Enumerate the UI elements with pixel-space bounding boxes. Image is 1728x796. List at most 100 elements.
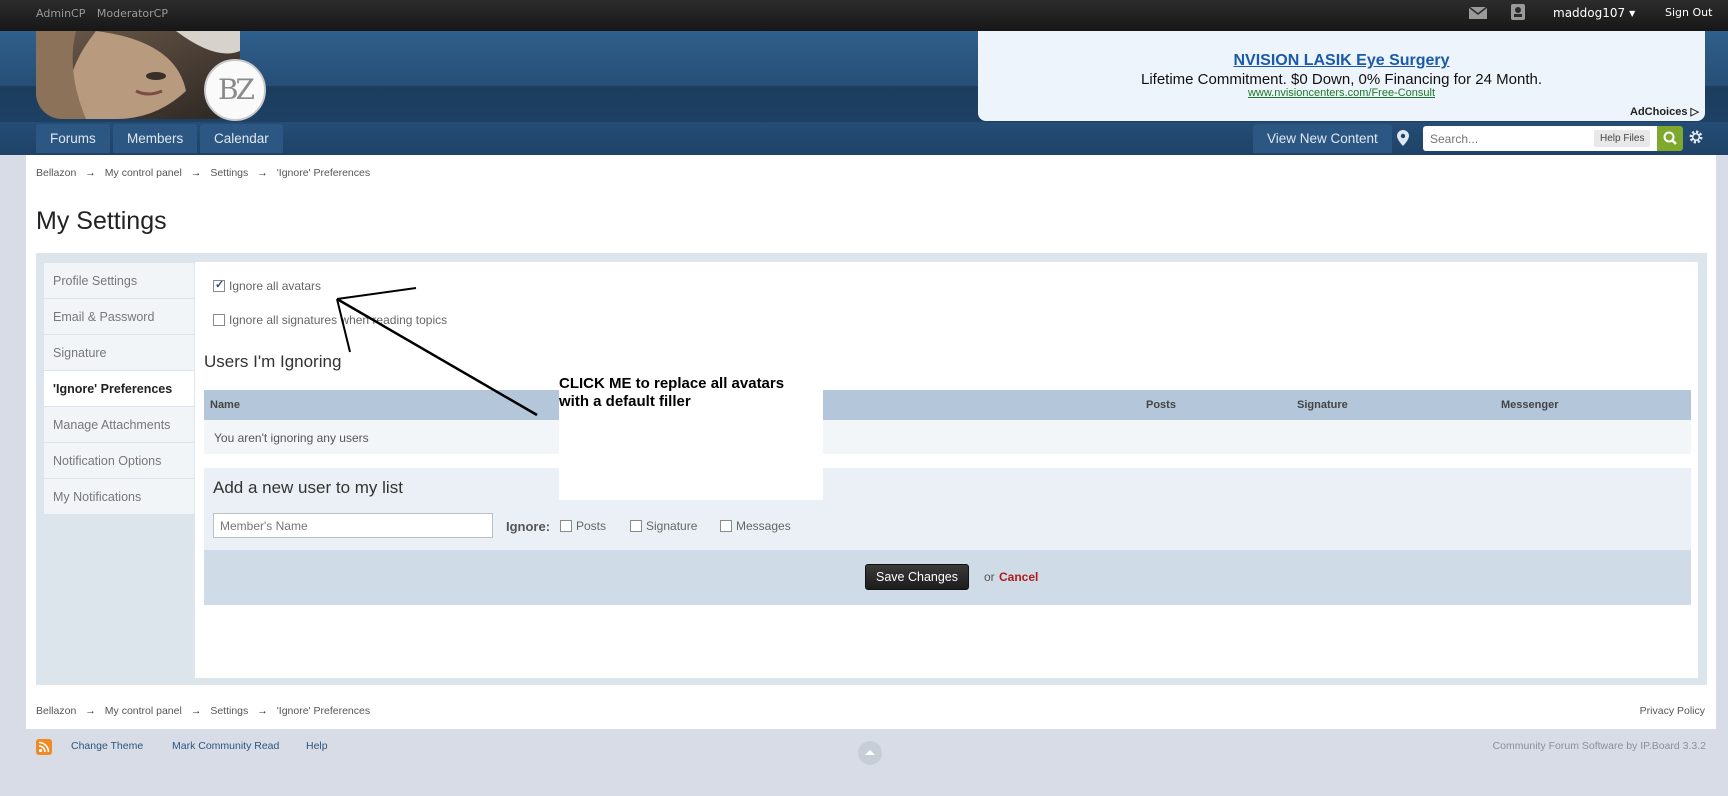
sidebar-item-signature[interactable]: Signature bbox=[44, 335, 194, 371]
ignore-label: Ignore: bbox=[506, 519, 551, 534]
tab-forums[interactable]: Forums bbox=[36, 124, 110, 153]
save-changes-button[interactable]: Save Changes bbox=[865, 564, 970, 590]
ignored-users-table: Name Posts Signature Messenger You aren'… bbox=[204, 390, 1691, 454]
notifications-icon[interactable] bbox=[1510, 3, 1526, 21]
ignore-avatars-checkbox[interactable] bbox=[213, 278, 225, 292]
moderatorcp-link[interactable]: ModeratorCP bbox=[97, 7, 168, 20]
powered-by-text: Community Forum Software by IP.Board 3.3… bbox=[1492, 740, 1706, 752]
branding-header: BZ NVISION LASIK Eye Surgery Lifetime Co… bbox=[0, 31, 1728, 122]
breadcrumb-item[interactable]: Bellazon bbox=[36, 167, 76, 179]
breadcrumb-item[interactable]: 'Ignore' Preferences bbox=[277, 705, 370, 717]
ad-title[interactable]: NVISION LASIK Eye Surgery bbox=[978, 52, 1705, 70]
admin-links: AdminCP ModeratorCP bbox=[36, 7, 176, 20]
page-title: My Settings bbox=[36, 207, 167, 235]
ignore-avatars-option[interactable]: Ignore all avatars bbox=[213, 278, 322, 293]
help-files-button[interactable]: Help Files bbox=[1594, 130, 1651, 147]
breadcrumb-separator: → bbox=[257, 167, 268, 179]
gear-icon[interactable] bbox=[1687, 128, 1705, 146]
breadcrumb-separator: → bbox=[190, 167, 202, 179]
back-to-top-button[interactable] bbox=[858, 741, 882, 765]
main-content: Bellazon → My control panel → Settings → 'Igno… bbox=[26, 155, 1716, 729]
add-user-heading: Add a new user to my list bbox=[213, 478, 403, 497]
ignored-users-heading: Users I'm Ignoring bbox=[204, 352, 342, 371]
ignore-posts-checkbox[interactable] bbox=[560, 520, 572, 532]
breadcrumb-item[interactable]: My control panel bbox=[105, 705, 182, 717]
breadcrumb-item[interactable]: Settings bbox=[210, 705, 248, 717]
ignore-messages-option[interactable]: Messages bbox=[720, 519, 791, 533]
search-button[interactable] bbox=[1657, 126, 1683, 151]
sidebar-item-my-notifications[interactable]: My Notifications bbox=[44, 479, 194, 515]
or-text: or bbox=[984, 570, 995, 584]
ignore-messages-checkbox[interactable] bbox=[720, 520, 732, 532]
username: maddog107 bbox=[1553, 6, 1626, 20]
advertisement[interactable]: NVISION LASIK Eye Surgery Lifetime Commi… bbox=[978, 31, 1705, 121]
change-theme-link[interactable]: Change Theme bbox=[71, 740, 143, 752]
help-link[interactable]: Help bbox=[306, 740, 328, 752]
view-new-content-link[interactable]: View New Content bbox=[1253, 124, 1392, 153]
ad-choices-icon: ▷ bbox=[1690, 106, 1699, 118]
rss-glyph bbox=[38, 741, 50, 753]
arrow-up-icon bbox=[865, 750, 875, 755]
breadcrumb: Bellazon → My control panel → Settings → 'Igno… bbox=[36, 167, 370, 179]
ignore-posts-label: Posts bbox=[576, 519, 607, 533]
form-actions: Save Changes or Cancel bbox=[204, 550, 1691, 605]
column-header-posts: Posts bbox=[1146, 399, 1176, 411]
column-header-messenger: Messenger bbox=[1501, 399, 1559, 411]
user-menu[interactable]: maddog107 ▼ bbox=[1553, 6, 1635, 20]
add-user-section: Add a new user to my list Ignore: Posts … bbox=[204, 468, 1691, 550]
search-box: Help Files bbox=[1423, 126, 1657, 151]
tab-members[interactable]: Members bbox=[113, 124, 198, 153]
breadcrumb-item[interactable]: Settings bbox=[210, 167, 248, 179]
search-icon bbox=[1663, 131, 1677, 145]
breadcrumb-separator: → bbox=[190, 705, 202, 717]
breadcrumb-bottom: Bellazon → My control panel → Settings → 'Igno… bbox=[36, 705, 370, 717]
admincp-link[interactable]: AdminCP bbox=[36, 7, 85, 20]
settings-form: Ignore all avatars Ignore all signatures… bbox=[194, 261, 1699, 679]
logo-monogram: BZ bbox=[204, 59, 266, 121]
ignore-posts-option[interactable]: Posts bbox=[560, 519, 606, 533]
ad-url[interactable]: www.nvisioncenters.com/Free-Consult bbox=[978, 87, 1705, 99]
ad-text: Lifetime Commitment. $0 Down, 0% Financi… bbox=[1140, 71, 1542, 88]
sidebar-item-notification-options[interactable]: Notification Options bbox=[44, 443, 194, 479]
user-bar: AdminCP ModeratorCP maddog107 ▼ Sign Out bbox=[0, 0, 1728, 31]
ignore-avatars-label: Ignore all avatars bbox=[229, 279, 322, 293]
ignore-signatures-label: Ignore all signatures when reading topic… bbox=[229, 313, 448, 327]
privacy-policy-link[interactable]: Privacy Policy bbox=[1640, 705, 1705, 717]
mark-community-read-link[interactable]: Mark Community Read bbox=[172, 740, 279, 752]
search-input[interactable] bbox=[1423, 126, 1593, 151]
ignore-signatures-checkbox[interactable] bbox=[213, 314, 225, 326]
sidebar-item-profile-settings[interactable]: Profile Settings bbox=[44, 263, 194, 299]
rss-icon[interactable] bbox=[36, 739, 52, 755]
sidebar-item-email-password[interactable]: Email & Password bbox=[44, 299, 194, 335]
settings-panel: Profile Settings Email & Password Signat… bbox=[36, 253, 1707, 685]
table-row: You aren't ignoring any users bbox=[204, 420, 1691, 454]
page-footer: Change Theme Mark Community Read Help Co… bbox=[0, 729, 1728, 796]
tab-calendar[interactable]: Calendar bbox=[200, 124, 283, 153]
ignore-messages-label: Messages bbox=[736, 519, 791, 533]
annotation-line: with a default filler bbox=[559, 393, 691, 410]
settings-sidebar: Profile Settings Email & Password Signat… bbox=[44, 263, 194, 515]
member-name-input[interactable] bbox=[213, 513, 493, 538]
ignore-signature-checkbox[interactable] bbox=[630, 520, 642, 532]
primary-nav: Forums Members Calendar View New Content… bbox=[0, 122, 1728, 155]
ad-choices-link[interactable]: AdChoices ▷ bbox=[1630, 105, 1699, 118]
empty-message: You aren't ignoring any users bbox=[214, 431, 369, 445]
ignore-signatures-option[interactable]: Ignore all signatures when reading topic… bbox=[213, 313, 447, 327]
chevron-down-icon: ▼ bbox=[1629, 9, 1636, 18]
sidebar-item-manage-attachments[interactable]: Manage Attachments bbox=[44, 407, 194, 443]
cancel-link[interactable]: Cancel bbox=[999, 570, 1038, 584]
sign-out-link[interactable]: Sign Out bbox=[1665, 6, 1712, 19]
envelope-icon[interactable] bbox=[1468, 4, 1488, 22]
breadcrumb-item[interactable]: Bellazon bbox=[36, 705, 76, 717]
annotation-line: CLICK ME to replace all avatars bbox=[559, 375, 785, 392]
ignore-signature-option[interactable]: Signature bbox=[630, 519, 697, 533]
breadcrumb-separator: → bbox=[85, 167, 96, 179]
map-pin-icon[interactable] bbox=[1397, 130, 1409, 146]
annotation-callout: CLICK ME to replace all avatars with a d… bbox=[559, 375, 823, 411]
breadcrumb-item[interactable]: 'Ignore' Preferences bbox=[277, 167, 370, 179]
sidebar-item-ignore-preferences[interactable]: 'Ignore' Preferences bbox=[44, 371, 194, 407]
breadcrumb-separator: → bbox=[85, 705, 96, 717]
column-header-name: Name bbox=[210, 399, 240, 411]
table-header: Name Posts Signature Messenger bbox=[204, 390, 1691, 420]
breadcrumb-item[interactable]: My control panel bbox=[105, 167, 182, 179]
